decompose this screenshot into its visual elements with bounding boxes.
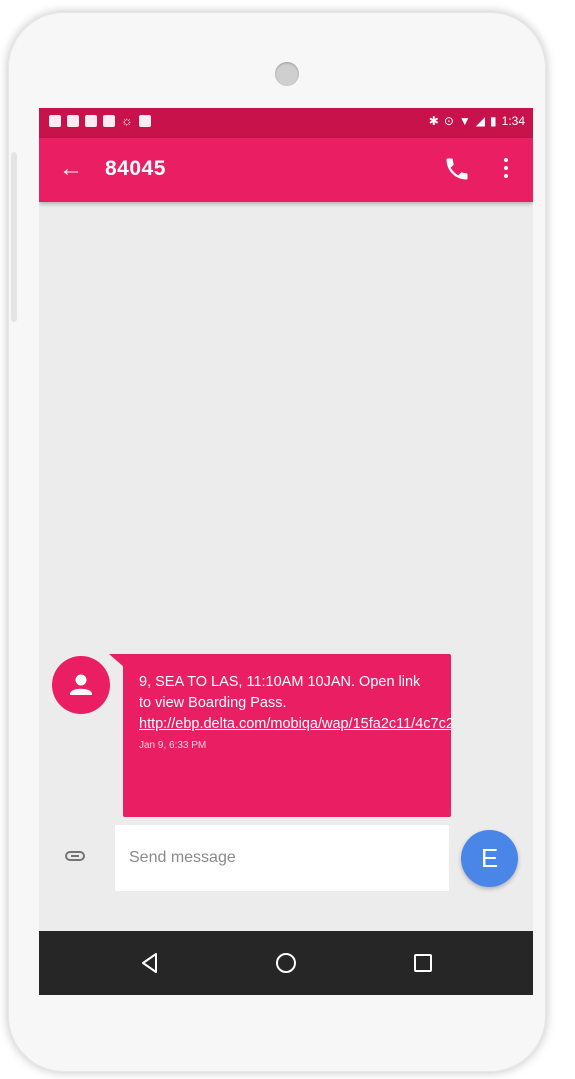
- navigation-bar: [39, 931, 533, 995]
- person-icon: [70, 674, 92, 695]
- bubble-tail: [109, 654, 125, 668]
- send-button[interactable]: E: [461, 830, 518, 887]
- phone-icon[interactable]: [443, 155, 471, 183]
- recents-square-icon[interactable]: [409, 949, 437, 977]
- front-camera: [275, 62, 299, 86]
- bluetooth-icon: ✱: [428, 114, 439, 128]
- notification-icon: [49, 115, 61, 127]
- sender-avatar[interactable]: [52, 656, 110, 714]
- notification-icon: [103, 115, 115, 127]
- app-bar: ← 84045: [39, 138, 533, 202]
- status-bar: ☼ ✱ ⊙ ▼ ◢ ▮ 1:34: [39, 108, 533, 138]
- notification-icons: ☼: [49, 113, 151, 128]
- wifi-icon: ▼: [458, 114, 471, 128]
- alarm-icon: ⊙: [443, 114, 454, 128]
- boarding-pass-link[interactable]: http://ebp.delta.com/mobiqa/wap/15fa2c11…: [139, 716, 451, 732]
- message-text: 9, SEA TO LAS, 11:10AM 10JAN. Open link …: [139, 672, 451, 735]
- system-icons: ✱ ⊙ ▼ ◢ ▮ 1:34: [429, 114, 525, 128]
- arrow-left-icon[interactable]: ←: [59, 154, 83, 184]
- back-triangle-icon[interactable]: [136, 949, 164, 977]
- message-input[interactable]: [115, 825, 449, 891]
- message-timestamp: Jan 9, 6:33 PM: [139, 740, 207, 751]
- composer: E: [39, 823, 533, 893]
- clock: 1:34: [501, 114, 525, 128]
- phone-frame: ☼ ✱ ⊙ ▼ ◢ ▮ 1:34 ← 84045 9, SEA TO LAS, …: [8, 12, 546, 1072]
- conversation-title: 84045: [105, 157, 166, 180]
- side-button: [11, 152, 17, 322]
- more-vert-icon[interactable]: [503, 158, 509, 182]
- signal-icon: ◢: [475, 114, 486, 128]
- screen: ☼ ✱ ⊙ ▼ ◢ ▮ 1:34 ← 84045 9, SEA TO LAS, …: [39, 108, 533, 995]
- settings-icon: ☼: [121, 113, 133, 128]
- attachment-icon[interactable]: [63, 849, 87, 863]
- notification-icon: [138, 115, 151, 127]
- message-bubble[interactable]: 9, SEA TO LAS, 11:10AM 10JAN. Open link …: [123, 654, 451, 817]
- message-body: 9, SEA TO LAS, 11:10AM 10JAN. Open link …: [139, 674, 421, 711]
- home-circle-icon[interactable]: [272, 949, 300, 977]
- notification-icon: [85, 115, 97, 127]
- battery-icon: ▮: [490, 114, 497, 128]
- notification-icon: [67, 115, 79, 127]
